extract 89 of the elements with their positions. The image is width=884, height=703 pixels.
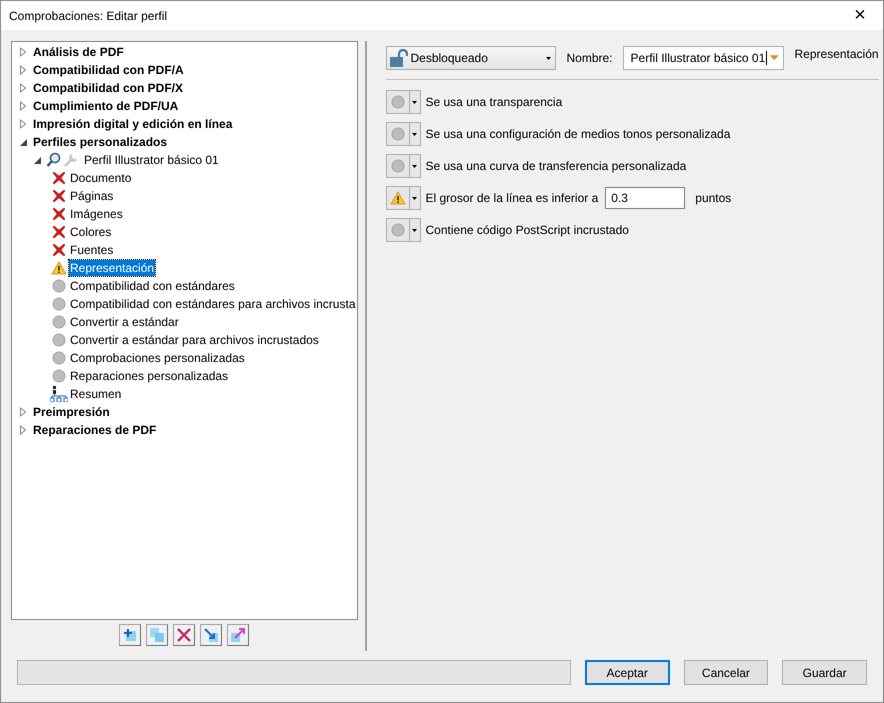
lock-dropdown[interactable]: Desbloqueado xyxy=(386,46,556,70)
delete-button[interactable] xyxy=(173,624,196,646)
magnifier-icon xyxy=(46,152,62,168)
tree-item[interactable]: Perfiles personalizados xyxy=(32,134,168,150)
tree-item[interactable]: Reparaciones personalizadas xyxy=(69,368,230,384)
collapse-arrow-icon[interactable] xyxy=(32,155,42,165)
expand-arrow-icon[interactable] xyxy=(18,407,28,417)
check-label: Contiene código PostScript incrustado xyxy=(426,223,629,237)
window-title: Comprobaciones: Editar perfil xyxy=(9,8,168,22)
caret-icon xyxy=(412,164,417,168)
caret-icon xyxy=(546,56,550,60)
status-circle-icon xyxy=(52,297,66,311)
status-circle-icon xyxy=(390,95,404,109)
delete-icon xyxy=(177,628,192,642)
expand-arrow-icon[interactable] xyxy=(18,119,28,129)
unit-label: puntos xyxy=(695,191,732,205)
tree-item[interactable]: Perfil Illustrator básico 01 xyxy=(83,152,220,168)
status-menu-button[interactable] xyxy=(386,154,420,178)
tree-item[interactable]: Comprobaciones personalizadas xyxy=(69,350,246,366)
tree-item[interactable]: Imágenes xyxy=(69,206,124,222)
arrow-up-right-icon xyxy=(231,628,246,642)
error-icon xyxy=(52,189,66,203)
tree-item[interactable]: Resumen xyxy=(69,386,122,402)
tree-item[interactable]: Representación xyxy=(69,260,156,276)
status-circle-icon xyxy=(390,223,404,237)
warning-icon xyxy=(51,261,67,275)
status-circle-icon xyxy=(390,159,404,173)
status-menu-button[interactable] xyxy=(386,218,420,242)
tree-item[interactable]: Convertir a estándar xyxy=(69,314,180,330)
status-menu-button[interactable] xyxy=(386,186,420,210)
name-label: Nombre: xyxy=(566,51,613,65)
warning-icon xyxy=(390,191,406,205)
wrench-icon xyxy=(62,152,80,168)
caret-icon xyxy=(412,196,417,200)
status-circle-icon xyxy=(52,333,66,347)
tree-item[interactable]: Colores xyxy=(69,224,112,240)
check-label: Se usa una transparencia xyxy=(426,95,562,109)
expand-arrow-icon[interactable] xyxy=(18,65,28,75)
dialog-button[interactable]: Aceptar xyxy=(584,660,670,685)
status-menu-button[interactable] xyxy=(386,122,420,146)
tree-item[interactable]: Compatibilidad con PDF/A xyxy=(32,62,185,78)
export-button[interactable] xyxy=(227,624,250,646)
error-icon xyxy=(52,225,66,239)
add-button[interactable] xyxy=(119,624,142,646)
tree-item[interactable]: Reparaciones de PDF xyxy=(32,422,158,438)
tree-item[interactable]: Convertir a estándar para archivos incrustados xyxy=(69,332,320,348)
collapse-arrow-icon[interactable] xyxy=(18,137,28,147)
error-icon xyxy=(52,171,66,185)
hierarchy-icon xyxy=(50,386,68,402)
check-label: Se usa una curva de transferencia personalizada xyxy=(426,159,686,173)
status-menu-button[interactable] xyxy=(386,90,420,114)
error-icon xyxy=(52,207,66,221)
expand-arrow-icon[interactable] xyxy=(18,47,28,57)
caret-icon xyxy=(412,228,417,232)
add-icon xyxy=(123,628,138,642)
tree-item[interactable]: Compatibilidad con estándares xyxy=(69,278,236,294)
check-label: El grosor de la línea es inferior a xyxy=(426,191,598,205)
dialog-button[interactable]: Guardar xyxy=(782,660,867,685)
duplicate-button[interactable] xyxy=(146,624,168,646)
status-circle-icon xyxy=(52,315,66,329)
tree-item[interactable]: Páginas xyxy=(69,188,114,204)
tree-item[interactable]: Fuentes xyxy=(69,242,114,258)
arrow-down-right-icon xyxy=(204,628,218,642)
tree-item[interactable]: Compatibilidad con PDF/X xyxy=(32,80,184,96)
caret-icon xyxy=(412,100,417,104)
check-label: Se usa una configuración de medios tonos personalizada xyxy=(426,127,730,141)
name-combo-field[interactable]: Perfil Illustrator básico 01 xyxy=(622,46,784,70)
expand-arrow-icon[interactable] xyxy=(18,425,28,435)
tree-item[interactable]: Preimpresión xyxy=(32,404,111,420)
caret-icon xyxy=(412,132,417,136)
open-padlock-icon xyxy=(390,49,408,67)
status-circle-icon xyxy=(52,369,66,383)
tree-item[interactable]: Compatibilidad con estándares para archivos incrusta xyxy=(69,296,356,312)
expand-arrow-icon[interactable] xyxy=(18,101,28,111)
section-title: Representación xyxy=(794,47,879,61)
status-circle-icon xyxy=(52,351,66,365)
tree-item[interactable]: Impresión digital y edición en línea xyxy=(32,116,234,132)
close-button[interactable]: × xyxy=(837,1,883,30)
status-circle-icon xyxy=(52,279,66,293)
tree-item[interactable]: Cumplimiento de PDF/UA xyxy=(32,98,180,114)
status-circle-icon xyxy=(390,127,404,141)
error-icon xyxy=(52,243,66,257)
expand-arrow-icon[interactable] xyxy=(18,83,28,93)
duplicate-icon xyxy=(150,628,164,642)
import-button[interactable] xyxy=(200,624,222,646)
tree-item[interactable]: Documento xyxy=(69,170,132,186)
tree-item[interactable]: Análisis de PDF xyxy=(32,44,125,60)
value-input[interactable]: 0.3 xyxy=(605,187,686,209)
dialog-button[interactable]: Cancelar xyxy=(684,660,768,685)
